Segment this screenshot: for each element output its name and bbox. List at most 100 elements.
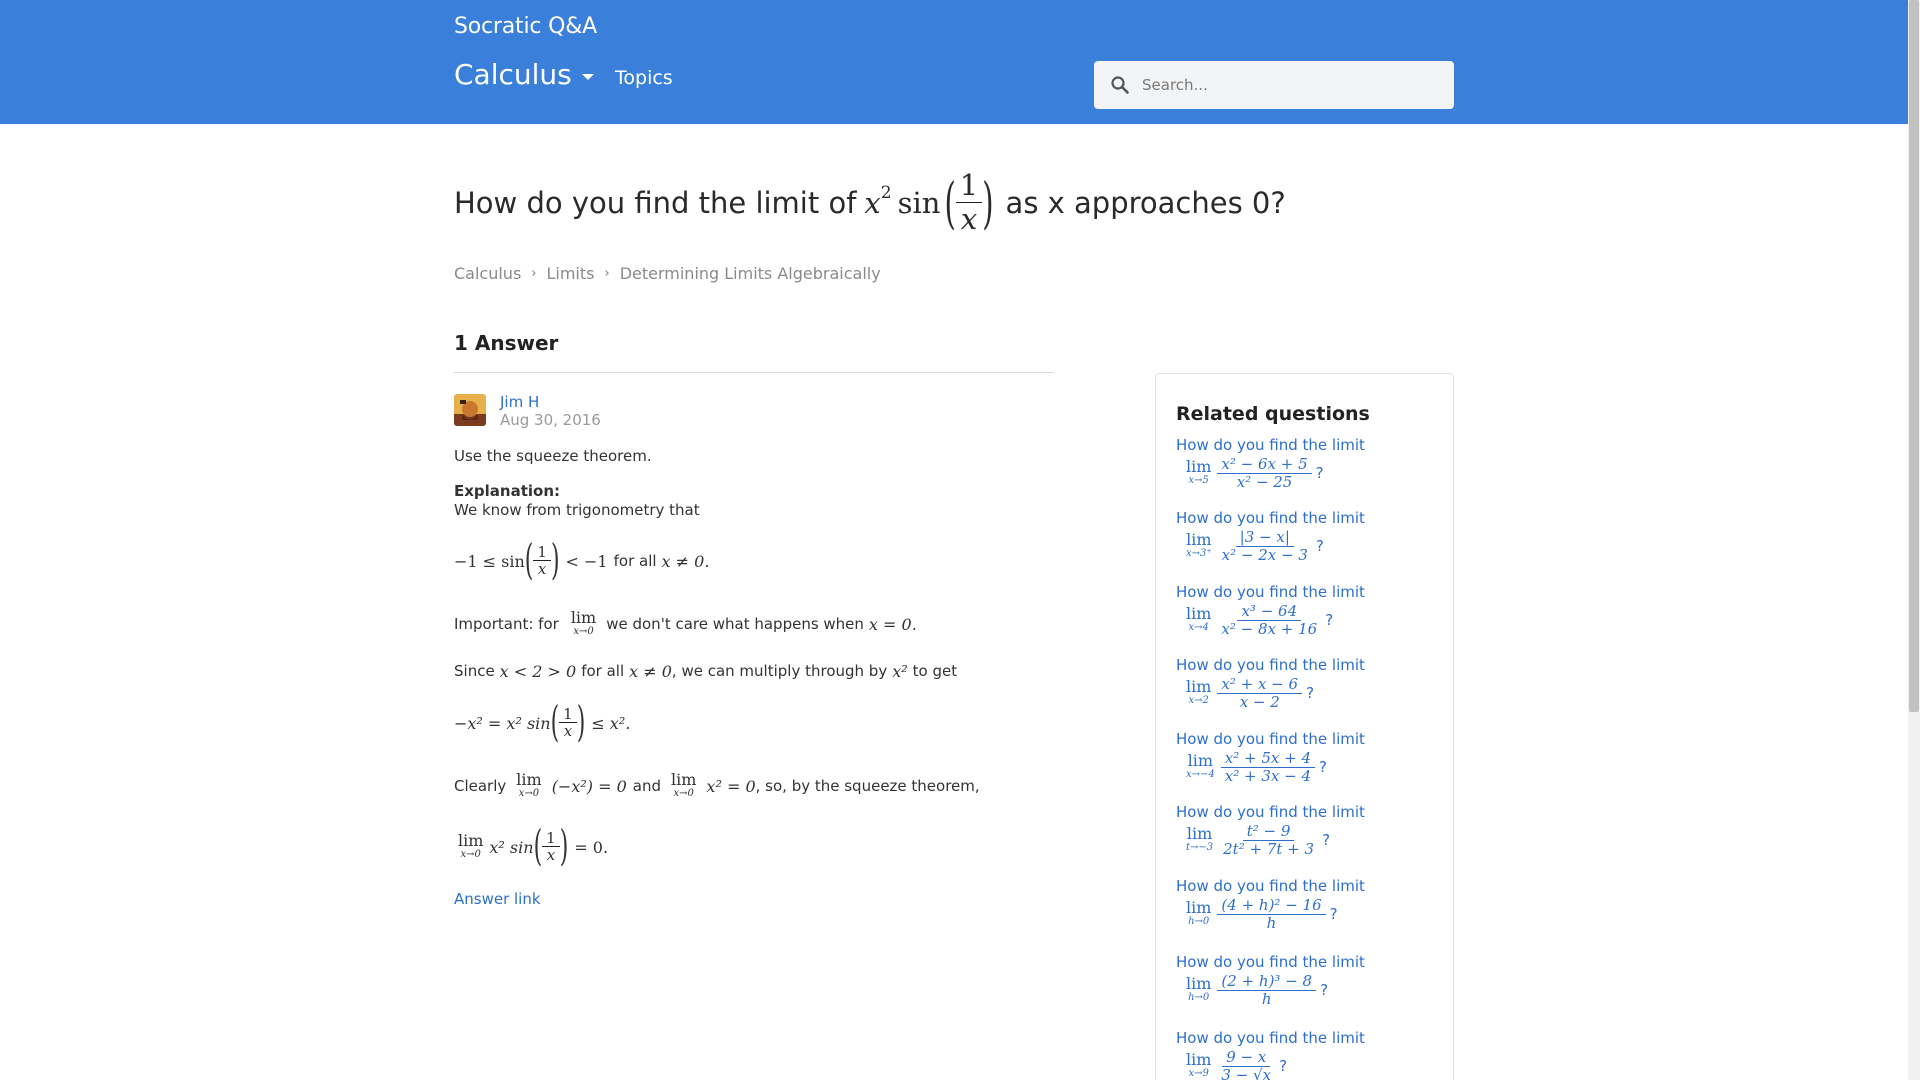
related-question-math[interactable]: lim x→9 9 − x3 − √x? (1180, 1049, 1446, 1080)
related-question-math[interactable]: lim x→−4 x² + 5x + 4 x² + 3x − 4? (1180, 750, 1446, 785)
breadcrumb-item-calculus[interactable]: Calculus (454, 264, 521, 283)
related-fraction: (2 + h)³ − 8h (1217, 973, 1317, 1008)
related-question-math[interactable]: lim t→−3 t² − 9 2t² + 7t + 3? (1180, 823, 1446, 858)
related-question-math[interactable]: lim x→2 x² + x − 6x − 2? (1180, 676, 1446, 711)
related-question-math[interactable]: lim x→4 x³ − 64 x² − 8x + 16? (1180, 603, 1446, 638)
answer-author-link[interactable]: Jim H (500, 393, 539, 411)
related-question-link[interactable]: How do you find the limit (1176, 656, 1446, 674)
since-line: Since x < 2 > 0 for all x ≠ 0 , we can m… (454, 660, 957, 682)
inequality-line: −1 ≤ sin ( 1 x ) < −1 for all x ≠ 0. (454, 536, 709, 586)
limit-symbol: lim (458, 831, 484, 850)
answer-link[interactable]: Answer link (454, 890, 541, 908)
related-limit: lim x→−4 (1186, 753, 1215, 781)
related-frac-den: x² − 2x − 3 (1221, 545, 1308, 564)
related-fraction: 9 − x3 − √x (1217, 1049, 1275, 1080)
related-limit: lim h→0 (1186, 900, 1211, 928)
breadcrumb-item-limits[interactable]: Limits (546, 264, 594, 283)
related-question-item[interactable]: How do you find the limit lim h→0 (4 + h)² … (1176, 877, 1446, 932)
related-question-item[interactable]: How do you find the limit lim t→−3 t² − 9 2t… (1176, 803, 1446, 858)
subject-label: Calculus (454, 58, 572, 91)
related-fraction: x³ − 64 x² − 8x + 16 (1217, 603, 1321, 638)
important-limit: lim x→0 (571, 610, 596, 638)
limit-subscript: x→2 (1188, 695, 1209, 707)
question-expr-exponent: 2 (880, 183, 892, 204)
related-frac-num: (2 + h)³ − 8 (1217, 973, 1317, 991)
squeeze-inequality-line: −x² = x² sin ( 1 x ) ≤ x². (454, 698, 630, 748)
question-mark: ? (1319, 758, 1327, 777)
related-question-link[interactable]: How do you find the limit (1176, 436, 1446, 454)
related-question-math[interactable]: lim x→3⁺ |3 − x| x² − 2x − 3? (1180, 529, 1446, 564)
related-fraction: x² + 5x + 4 x² + 3x − 4 (1220, 750, 1315, 785)
related-frac-den: x² − 25 (1236, 472, 1293, 491)
chevron-right-icon: › (531, 266, 537, 281)
question-mark: ? (1306, 684, 1315, 703)
ineq-condition: x ≠ 0. (661, 551, 710, 571)
question-mark: ? (1325, 611, 1334, 630)
related-question-link[interactable]: How do you find the limit (1176, 953, 1446, 971)
clearly-expression-1: (−x²) = 0 (551, 776, 627, 796)
related-question-link[interactable]: How do you find the limit (1176, 877, 1446, 895)
squeeze-frac-den: x (563, 722, 573, 741)
related-question-item[interactable]: How do you find the limit lim x→4 x³ − 64 x²… (1176, 583, 1446, 638)
limit-symbol: lim (1187, 751, 1214, 771)
subject-dropdown[interactable]: Calculus (454, 58, 594, 91)
limit-subscript: x→−4 (1186, 769, 1215, 781)
related-question-item[interactable]: How do you find the limit lim x→9 9 − x3 − … (1176, 1029, 1446, 1080)
left-paren: ( (944, 170, 956, 236)
related-question-item[interactable]: How do you find the limit lim x→−4 x² + 5x … (1176, 730, 1446, 785)
search-input[interactable] (1142, 76, 1442, 94)
important-prefix: Important: for (454, 615, 559, 633)
related-frac-num: t² − 9 (1242, 823, 1295, 841)
question-mark: ? (1329, 905, 1338, 924)
related-question-link[interactable]: How do you find the limit (1176, 1029, 1446, 1047)
related-question-math[interactable]: lim h→0 (2 + h)³ − 8 h? (1180, 973, 1446, 1008)
since-multiplier: x² (892, 661, 908, 681)
search-box[interactable] (1094, 61, 1454, 109)
limit-symbol: lim (516, 770, 542, 789)
related-frac-den: 3 − √x (1221, 1065, 1272, 1080)
page-scrollbar[interactable] (1908, 0, 1920, 1080)
final-limit: lim x→0 (458, 833, 483, 861)
clearly-and: and (632, 777, 662, 795)
related-question-item[interactable]: How do you find the limit lim x→3⁺ |3 − x| x… (1176, 509, 1446, 564)
related-limit: lim x→9 (1186, 1052, 1211, 1080)
final-right: = 0. (574, 837, 609, 857)
final-frac-den: x (546, 846, 556, 865)
limit-subscript: x→0 (460, 849, 481, 860)
avatar[interactable] (454, 394, 486, 426)
right-paren: ) (576, 699, 586, 747)
breadcrumb-item-determining-limits[interactable]: Determining Limits Algebraically (620, 264, 881, 283)
limit-symbol: lim (1186, 677, 1212, 697)
since-suffix: to get (912, 662, 958, 680)
topics-link[interactable]: Topics (615, 67, 673, 89)
clearly-limit-1: lim x→0 (516, 772, 541, 800)
related-question-item[interactable]: How do you find the limit lim x→2 x² + x − … (1176, 656, 1446, 711)
brand-logo[interactable]: Socratic Q&A (454, 14, 597, 39)
limit-symbol: lim (570, 608, 597, 627)
ineq-frac-den: x (537, 560, 547, 579)
related-question-link[interactable]: How do you find the limit (1176, 803, 1446, 821)
related-limit: lim x→5 (1186, 459, 1211, 487)
limit-symbol: lim (1186, 1050, 1212, 1070)
related-question-item[interactable]: How do you find the limit lim x→5 x² − 6x +… (1176, 436, 1446, 491)
related-questions-heading: Related questions (1176, 403, 1370, 425)
related-question-link[interactable]: How do you find the limit (1176, 509, 1446, 527)
scrollbar-thumb[interactable] (1909, 0, 1919, 712)
right-paren: ) (559, 823, 569, 871)
right-paren: ) (550, 537, 560, 585)
related-frac-num: |3 − x| (1235, 529, 1294, 547)
related-fraction: t² − 9 2t² + 7t + 3 (1219, 823, 1318, 858)
related-question-link[interactable]: How do you find the limit (1176, 730, 1446, 748)
question-prefix: How do you find the limit of (454, 186, 857, 221)
question-fraction: 1 x (955, 169, 983, 236)
limit-symbol: lim (1186, 530, 1212, 550)
squeeze-fraction: 1 x (559, 706, 577, 741)
related-question-math[interactable]: lim x→5 x² − 6x + 5 x² − 25? (1180, 456, 1446, 491)
final-result-line: lim x→0 x² sin ( 1 x ) = 0. (454, 822, 608, 872)
related-question-math[interactable]: lim h→0 (4 + h)² − 16 h? (1180, 897, 1446, 932)
limit-subscript: h→0 (1188, 992, 1210, 1004)
since-expression: x < 2 > 0 (499, 661, 577, 681)
limit-subscript: t→−3 (1186, 842, 1214, 854)
related-question-link[interactable]: How do you find the limit (1176, 583, 1446, 601)
related-question-item[interactable]: How do you find the limit lim h→0 (2 + h)³ … (1176, 953, 1446, 1008)
